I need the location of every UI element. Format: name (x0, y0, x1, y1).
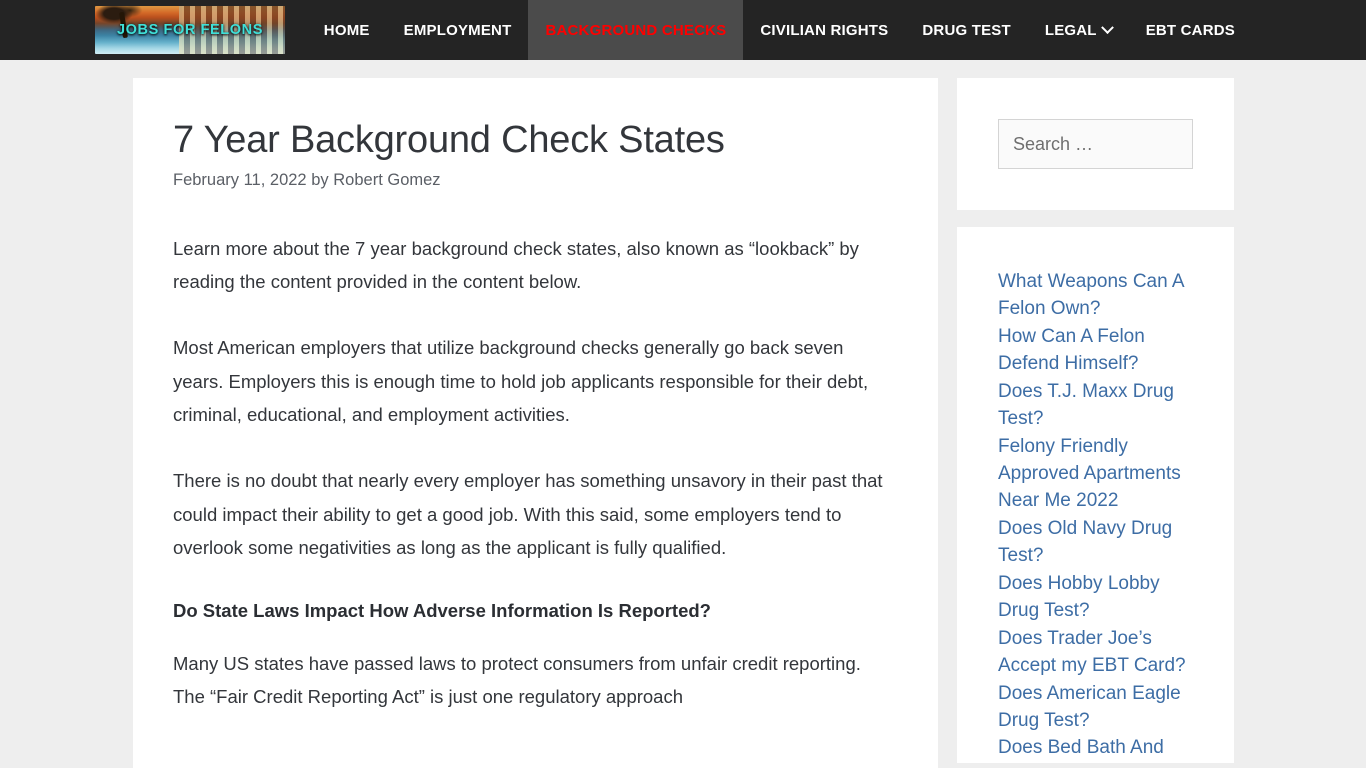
nav-item-legal[interactable]: LEGAL (1028, 0, 1129, 60)
logo-brand-text: JOBS FOR FELONS (117, 22, 263, 38)
nav-item-ebt-cards[interactable]: EBT CARDS (1129, 0, 1252, 60)
recent-post-link[interactable]: Does Bed Bath And (998, 735, 1193, 762)
recent-posts-widget: What Weapons Can A Felon Own? How Can A … (957, 227, 1234, 763)
nav-item-home[interactable]: HOME (307, 0, 387, 60)
list-item: Does T.J. Maxx Drug Test? (998, 379, 1193, 433)
recent-posts-list: What Weapons Can A Felon Own? How Can A … (998, 269, 1193, 762)
paragraph-4: Many US states have passed laws to prote… (173, 652, 861, 708)
list-item: Does Old Navy Drug Test? (998, 516, 1193, 570)
post-author[interactable]: Robert Gomez (333, 171, 440, 189)
search-widget (957, 78, 1234, 210)
recent-post-link[interactable]: How Can A Felon Defend Himself? (998, 324, 1193, 378)
page-body: 7 Year Background Check States February … (0, 60, 1366, 768)
list-item: Does Hobby Lobby Drug Test? (998, 571, 1193, 625)
entry-meta: February 11, 2022 by Robert Gomez (173, 171, 897, 190)
chevron-down-icon (1100, 20, 1114, 34)
list-item: Does Trader Joe’s Accept my EBT Card? (998, 626, 1193, 680)
nav-item-drug-test-label: DRUG TEST (922, 21, 1011, 39)
section-heading: Do State Laws Impact How Adverse Informa… (173, 600, 711, 622)
search-input[interactable] (998, 119, 1193, 169)
recent-post-link[interactable]: Does T.J. Maxx Drug Test? (998, 379, 1193, 433)
main-navigation: HOME EMPLOYMENT BACKGROUND CHECKS CIVILI… (307, 0, 1366, 60)
nav-item-civilian-rights[interactable]: CIVILIAN RIGHTS (743, 0, 905, 60)
recent-post-link[interactable]: Does Trader Joe’s Accept my EBT Card? (998, 626, 1193, 680)
page-title: 7 Year Background Check States (173, 119, 725, 161)
nav-item-home-label: HOME (323, 21, 370, 39)
paragraph-2: Most American employers that utilize bac… (173, 337, 869, 426)
by-label: by (311, 170, 329, 189)
post-date: February 11, 2022 (173, 170, 307, 189)
nav-item-ebt-cards-label: EBT CARDS (1145, 21, 1235, 39)
list-item: Does American Eagle Drug Test? (998, 681, 1193, 735)
paragraph-1: Learn more about the 7 year background c… (173, 237, 859, 293)
sidebar: What Weapons Can A Felon Own? How Can A … (957, 78, 1234, 763)
recent-post-link[interactable]: Felony Friendly Approved Apartments Near… (998, 434, 1193, 515)
site-header: JOBS FOR FELONS HOME EMPLOYMENT BACKGROU… (0, 0, 1366, 60)
list-item: How Can A Felon Defend Himself? (998, 324, 1193, 378)
list-item: Does Bed Bath And (998, 735, 1193, 762)
entry-content: Learn more about the 7 year background c… (173, 232, 897, 714)
list-item: What Weapons Can A Felon Own? (998, 269, 1193, 323)
nav-item-legal-label: LEGAL (1044, 21, 1097, 39)
recent-post-link[interactable]: Does Old Navy Drug Test? (998, 516, 1193, 570)
recent-post-link[interactable]: Does Hobby Lobby Drug Test? (998, 571, 1193, 625)
nav-item-background-checks[interactable]: BACKGROUND CHECKS (528, 0, 744, 60)
recent-post-link[interactable]: What Weapons Can A Felon Own? (998, 269, 1193, 323)
nav-item-drug-test[interactable]: DRUG TEST (905, 0, 1027, 60)
site-logo[interactable]: JOBS FOR FELONS (95, 6, 285, 54)
nav-item-civilian-rights-label: CIVILIAN RIGHTS (760, 21, 889, 39)
paragraph-3: There is no doubt that nearly every empl… (173, 470, 883, 559)
list-item: Felony Friendly Approved Apartments Near… (998, 434, 1193, 515)
main-content: 7 Year Background Check States February … (133, 78, 938, 768)
recent-post-link[interactable]: Does American Eagle Drug Test? (998, 681, 1193, 735)
nav-item-employment-label: EMPLOYMENT (403, 21, 512, 39)
nav-item-background-checks-label: BACKGROUND CHECKS (545, 21, 727, 39)
nav-item-employment[interactable]: EMPLOYMENT (387, 0, 529, 60)
